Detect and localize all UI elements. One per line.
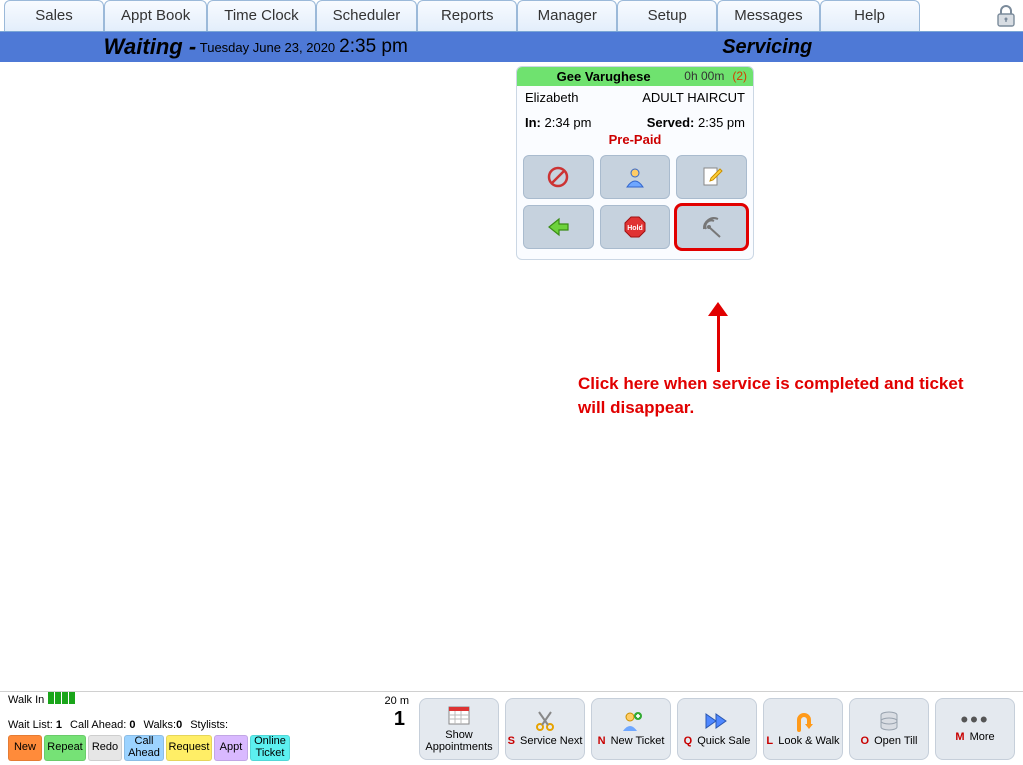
ticket-button-grid: Hold: [517, 155, 753, 255]
action-new-ticket[interactable]: N New Ticket: [591, 698, 671, 760]
ticket-served-time: 2:35 pm: [698, 115, 745, 130]
database-icon: [877, 710, 901, 732]
mini-btn-new[interactable]: New: [8, 735, 42, 761]
action-quick-sale[interactable]: Q Quick Sale: [677, 698, 757, 760]
ticket-btn-client[interactable]: [600, 155, 671, 199]
action-more[interactable]: ••• M More: [935, 698, 1015, 760]
stat-stylists: Stylists:: [190, 719, 228, 731]
calendar-icon: [447, 704, 471, 726]
status-right: Servicing: [512, 32, 1023, 62]
ticket-btn-noentry[interactable]: [523, 155, 594, 199]
walkin-label: Walk In: [8, 694, 44, 706]
bottom-bar: Walk In 20 m Wait List: 1 Call Ahead: 0 …: [0, 691, 1023, 765]
action-label: N New Ticket: [598, 735, 665, 747]
status-date: Tuesday June 23, 2020: [200, 40, 335, 55]
annotation-arrow-line: [717, 308, 720, 372]
menu-tab-manager[interactable]: Manager: [517, 0, 617, 31]
ticket-served-label: Served:: [647, 115, 695, 130]
client-icon: [623, 165, 647, 189]
action-show-appointments[interactable]: Show Appointments: [419, 698, 499, 760]
waiting-label: Waiting -: [104, 34, 196, 60]
satellite-complete-icon: [700, 215, 724, 239]
ticket-served: Served: 2:35 pm: [647, 115, 745, 130]
stat-big-number: 1: [394, 708, 409, 731]
action-label: L Look & Walk: [766, 735, 839, 747]
ticket-btn-complete[interactable]: [676, 205, 747, 249]
ticket-count: (2): [732, 69, 747, 84]
action-label: M More: [955, 731, 994, 743]
status-left: Waiting - Tuesday June 23, 2020 2:35 pm: [0, 32, 512, 62]
action-look-walk[interactable]: L Look & Walk: [763, 698, 843, 760]
person-plus-icon: [619, 710, 643, 732]
status-bar: Waiting - Tuesday June 23, 2020 2:35 pm …: [0, 32, 1023, 62]
scissors-icon: [533, 710, 557, 732]
ticket-customer-name: Elizabeth: [525, 90, 578, 105]
edit-note-icon: [700, 165, 724, 189]
ticket-stylist-name: Gee Varughese: [523, 69, 684, 84]
action-label: O Open Till: [860, 735, 917, 747]
main-menubar: Sales Appt Book Time Clock Scheduler Rep…: [0, 0, 1023, 32]
menu-tab-messages[interactable]: Messages: [717, 0, 819, 31]
action-service-next[interactable]: S Service Next: [505, 698, 585, 760]
mini-button-row: New Repeat Redo Call Ahead Request Appt …: [8, 735, 409, 761]
stat-waitlist: Wait List: 1: [8, 719, 62, 731]
service-ticket-card: Gee Varughese 0h 00m (2) Elizabeth ADULT…: [516, 66, 754, 260]
svg-text:Hold: Hold: [627, 225, 643, 232]
ticket-body: Elizabeth ADULT HAIRCUT In: 2:34 pm Serv…: [517, 86, 753, 155]
annotation-text: Click here when service is completed and…: [578, 372, 978, 420]
status-time: 2:35 pm: [339, 36, 408, 58]
dots-icon: •••: [960, 714, 989, 725]
mini-btn-request[interactable]: Request: [166, 735, 212, 761]
hold-icon: Hold: [623, 215, 647, 239]
menu-tab-help[interactable]: Help: [820, 0, 920, 31]
mini-btn-repeat[interactable]: Repeat: [44, 735, 86, 761]
ticket-header: Gee Varughese 0h 00m (2): [517, 67, 753, 86]
back-arrow-icon: [545, 215, 571, 239]
ticket-in-label: In:: [525, 115, 541, 130]
ticket-in: In: 2:34 pm: [525, 115, 592, 130]
menu-tab-sales[interactable]: Sales: [4, 0, 104, 31]
action-label: Q Quick Sale: [684, 735, 751, 747]
no-entry-icon: [546, 165, 570, 189]
bottom-right-panel: Show Appointments S Service Next N New T…: [419, 692, 1023, 765]
lock-icon[interactable]: [989, 0, 1023, 31]
ticket-btn-edit[interactable]: [676, 155, 747, 199]
ticket-btn-back[interactable]: [523, 205, 594, 249]
action-open-till[interactable]: O Open Till: [849, 698, 929, 760]
mini-btn-callahead[interactable]: Call Ahead: [124, 735, 164, 761]
menu-tab-apptbook[interactable]: Appt Book: [104, 0, 207, 31]
menu-tab-reports[interactable]: Reports: [417, 0, 517, 31]
action-label: Show Appointments: [420, 729, 498, 753]
mini-btn-redo[interactable]: Redo: [88, 735, 122, 761]
ticket-duration: 0h 00m: [684, 69, 724, 84]
ticket-prepaid-label: Pre-Paid: [525, 132, 745, 147]
ticket-service-name: ADULT HAIRCUT: [642, 90, 745, 105]
menu-tab-timeclock[interactable]: Time Clock: [207, 0, 315, 31]
mini-btn-appt[interactable]: Appt: [214, 735, 248, 761]
walkin-right-small: 20 m: [385, 695, 409, 707]
u-turn-icon: [791, 710, 815, 732]
walkin-meter-icon: [48, 692, 76, 707]
menu-tab-scheduler[interactable]: Scheduler: [316, 0, 418, 31]
servicing-label: Servicing: [722, 36, 812, 59]
menu-tab-setup[interactable]: Setup: [617, 0, 717, 31]
mini-btn-onlineticket[interactable]: Online Ticket: [250, 735, 290, 761]
ticket-in-time: 2:34 pm: [545, 115, 592, 130]
stat-walks: Walks:0: [143, 719, 182, 731]
bottom-left-panel: Walk In 20 m Wait List: 1 Call Ahead: 0 …: [0, 692, 419, 765]
stat-callahead: Call Ahead: 0: [70, 719, 135, 731]
main-area: Gee Varughese 0h 00m (2) Elizabeth ADULT…: [0, 62, 1023, 691]
ticket-btn-hold[interactable]: Hold: [600, 205, 671, 249]
action-label: S Service Next: [508, 735, 583, 747]
fast-forward-icon: [704, 710, 730, 732]
